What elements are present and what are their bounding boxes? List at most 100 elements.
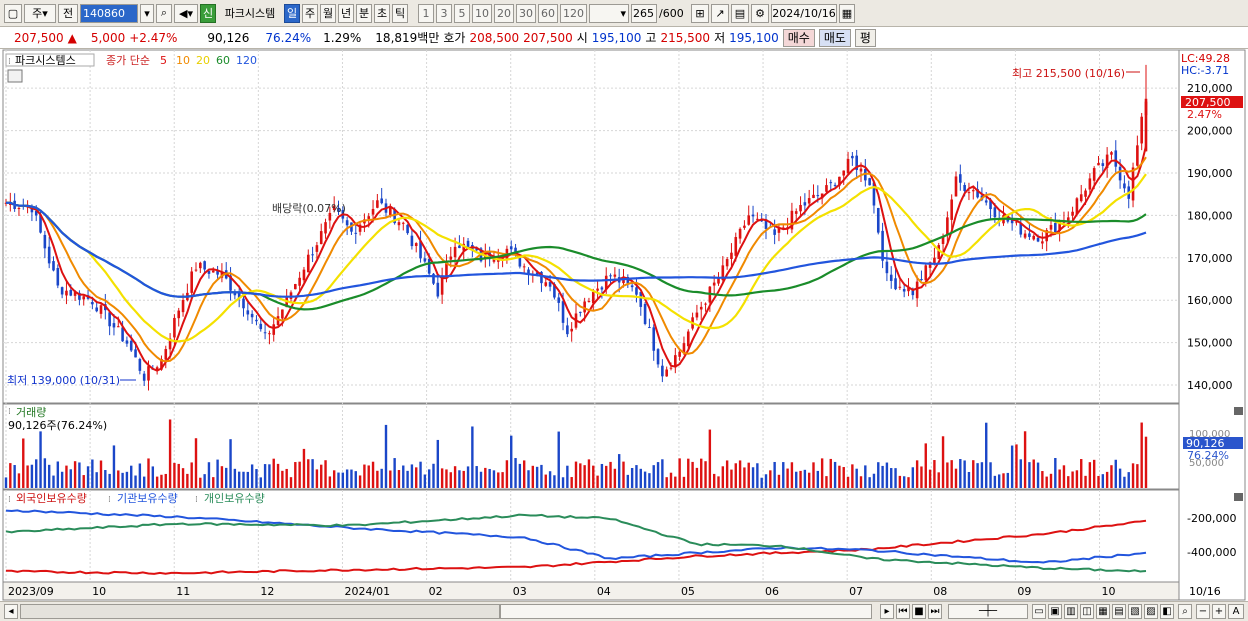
volume-bar <box>95 472 98 488</box>
volume-bar <box>894 468 897 488</box>
candle-body <box>56 268 60 286</box>
candle-body <box>915 281 919 299</box>
volume-bar <box>898 475 902 488</box>
volume-bar <box>501 472 504 488</box>
candle-body <box>730 252 733 259</box>
volume-bar <box>117 470 120 488</box>
first-icon[interactable]: ⏮ <box>896 604 910 619</box>
tool-icon-1[interactable]: ▭ <box>1032 604 1046 619</box>
x-tick-label: 09 <box>1017 585 1031 598</box>
stop-icon[interactable]: ■ <box>912 604 926 619</box>
volume-bar <box>328 476 332 488</box>
volume-bar <box>415 467 418 488</box>
scroll-track[interactable] <box>20 604 500 619</box>
candle-body <box>95 307 98 312</box>
scroll-right-icon[interactable]: ▸ <box>880 604 894 619</box>
scroll-left-icon[interactable]: ◂ <box>4 604 18 619</box>
candle-body <box>177 310 181 319</box>
candle-body <box>1144 98 1148 152</box>
scroll-thumb[interactable] <box>500 604 872 619</box>
volume-bar <box>315 469 319 488</box>
legend-individual: 개인보유수량 <box>204 492 265 505</box>
tool-icon-5[interactable]: ▦ <box>1096 604 1110 619</box>
volume-bar <box>648 473 651 488</box>
tool-icon-6[interactable]: ▤ <box>1112 604 1126 619</box>
volume-bar <box>881 465 884 488</box>
grip-icon: ⁞ <box>8 57 11 67</box>
volume-bar <box>522 460 526 488</box>
volume-bar <box>250 464 254 488</box>
volume-bar <box>466 466 470 488</box>
volume-bar <box>1144 436 1148 488</box>
range-slider[interactable]: ─┼─ <box>948 604 1028 619</box>
volume-bar <box>510 435 513 488</box>
volume-bar <box>954 468 958 488</box>
volume-bar <box>596 475 599 488</box>
volume-bar <box>574 461 578 488</box>
candle-body <box>509 246 513 250</box>
close-panel-icon[interactable] <box>1234 493 1243 501</box>
volume-bar <box>1036 462 1040 488</box>
zoom-search-icon[interactable]: ⌕ <box>1178 604 1192 619</box>
volume-bar <box>721 466 725 488</box>
candle-body <box>747 215 751 225</box>
candle-body <box>920 279 923 281</box>
candle-body <box>561 301 565 323</box>
volume-value-label: 90,126주(76.24%) <box>8 419 107 432</box>
candle-body <box>311 254 314 256</box>
candle-body <box>669 367 673 369</box>
candle-body <box>1036 237 1040 242</box>
candle-body <box>846 158 850 174</box>
candle-body <box>406 224 409 234</box>
volume-bar <box>764 474 768 488</box>
volume-bar <box>717 476 720 488</box>
candle-body <box>1054 222 1057 232</box>
volume-bar <box>190 462 193 488</box>
volume-bar <box>527 470 530 488</box>
tool-icon-3[interactable]: ▥ <box>1064 604 1078 619</box>
volume-bar <box>492 470 496 488</box>
volume-bar <box>622 461 625 488</box>
candle-body <box>458 245 461 249</box>
candle-body <box>203 261 206 270</box>
volume-bar <box>69 469 72 488</box>
candle-body <box>1118 166 1122 181</box>
candle-body <box>661 365 664 377</box>
candle-body <box>635 287 638 295</box>
volume-bar <box>851 464 854 488</box>
tool-icon-4[interactable]: ◫ <box>1080 604 1094 619</box>
last-icon[interactable]: ⏭ <box>928 604 942 619</box>
volume-bar <box>181 468 185 488</box>
max-annotation: 최고 215,500 (10/16) <box>1012 67 1125 80</box>
volume-bar <box>384 424 388 488</box>
volume-bar <box>691 461 694 488</box>
volume-bar <box>807 472 811 488</box>
candle-body <box>99 305 103 314</box>
volume-bar <box>773 461 776 488</box>
volume-bar <box>164 473 167 488</box>
volume-bar <box>237 471 241 488</box>
volume-bar <box>769 470 772 488</box>
volume-bar <box>147 458 150 488</box>
volume-bar <box>747 462 750 488</box>
candle-body <box>401 222 405 224</box>
close-panel-icon[interactable] <box>1234 407 1243 415</box>
tool-icon-8[interactable]: ▨ <box>1144 604 1158 619</box>
candle-body <box>324 222 327 234</box>
candle-body <box>1019 223 1023 235</box>
zoom-out-button[interactable]: − <box>1196 604 1210 619</box>
tool-icon-9[interactable]: ◧ <box>1160 604 1174 619</box>
candle-body <box>147 366 150 381</box>
volume-bar <box>350 469 353 488</box>
candle-body <box>859 168 863 172</box>
stock-chart[interactable]: 210,000 200,000 190,000 180,000 170,000 160,0… <box>0 0 1248 601</box>
candle-body <box>799 204 802 212</box>
volume-bar <box>13 465 16 488</box>
tool-icon-2[interactable]: ▣ <box>1048 604 1062 619</box>
auto-scale-button[interactable]: A <box>1228 604 1244 619</box>
candle-body <box>712 282 716 286</box>
calculator-icon[interactable] <box>7 69 23 83</box>
tool-icon-7[interactable]: ▧ <box>1128 604 1142 619</box>
volume-bar <box>989 462 992 488</box>
zoom-in-button[interactable]: + <box>1212 604 1226 619</box>
